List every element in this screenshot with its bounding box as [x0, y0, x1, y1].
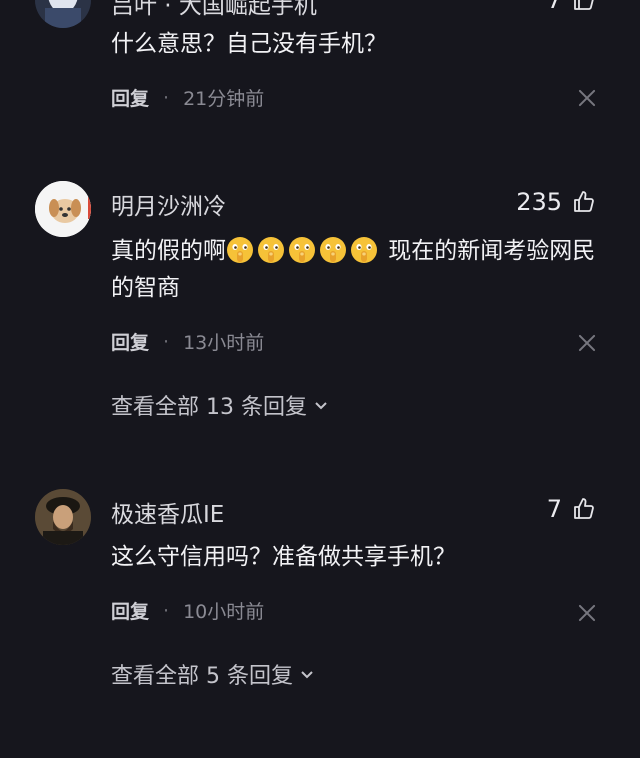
comment-text: 什么意思？自己没有手机？ — [111, 31, 387, 57]
comment-meta: 回复 · 13小时前 — [111, 328, 264, 355]
avatar[interactable] — [35, 0, 91, 28]
view-all-replies[interactable]: 查看全部 5 条回复 — [111, 658, 315, 690]
close-icon[interactable] — [578, 334, 596, 352]
view-all-replies[interactable]: 查看全部 13 条回复 — [111, 389, 329, 421]
shushing-face-emoji — [320, 237, 346, 263]
thumbs-up-icon — [574, 191, 594, 212]
username[interactable]: 吕叶 · 大国崛起手机 — [111, 0, 317, 20]
view-all-replies-label: 查看全部 13 条回复 — [111, 395, 307, 420]
reply-button[interactable]: 回复 — [111, 328, 149, 355]
close-icon[interactable] — [578, 604, 596, 622]
comment-text: 真的假的啊 现在的新闻考验网民的智商 — [111, 233, 601, 307]
reply-button[interactable]: 回复 — [111, 84, 149, 111]
chevron-down-icon — [301, 671, 313, 679]
like-count: 235 — [516, 188, 562, 216]
shushing-face-emoji — [351, 237, 377, 263]
like-count: 7 — [546, 495, 562, 523]
comment-meta: 回复 · 21分钟前 — [111, 84, 264, 111]
avatar[interactable] — [35, 181, 91, 237]
comment-text-start: 真的假的啊 — [111, 238, 226, 264]
separator-dot: · — [163, 86, 170, 109]
like-button[interactable]: 7 — [547, 0, 596, 14]
like-count: 7 — [546, 0, 562, 14]
like-button[interactable]: 7 — [547, 495, 596, 523]
chevron-down-icon — [315, 402, 327, 410]
like-button[interactable]: 235 — [516, 188, 596, 216]
thumbs-up-icon — [574, 0, 594, 10]
separator-dot: · — [163, 330, 170, 353]
emoji-group — [226, 237, 381, 264]
thumbs-up-icon — [574, 498, 594, 519]
view-all-replies-label: 查看全部 5 条回复 — [111, 664, 293, 689]
shushing-face-emoji — [227, 237, 253, 263]
comment-text: 这么守信用吗？准备做共享手机？ — [111, 544, 456, 570]
username[interactable]: 极速香瓜IE — [111, 495, 224, 529]
separator-dot: · — [163, 599, 170, 622]
close-icon[interactable] — [578, 89, 596, 107]
reply-button[interactable]: 回复 — [111, 597, 149, 624]
comment-meta: 回复 · 10小时前 — [111, 597, 264, 624]
timestamp: 13小时前 — [183, 332, 265, 354]
username[interactable]: 明月沙洲冷 — [111, 187, 226, 221]
timestamp: 21分钟前 — [183, 88, 265, 110]
avatar[interactable] — [35, 489, 91, 545]
shushing-face-emoji — [258, 237, 284, 263]
timestamp: 10小时前 — [183, 601, 265, 623]
shushing-face-emoji — [289, 237, 315, 263]
